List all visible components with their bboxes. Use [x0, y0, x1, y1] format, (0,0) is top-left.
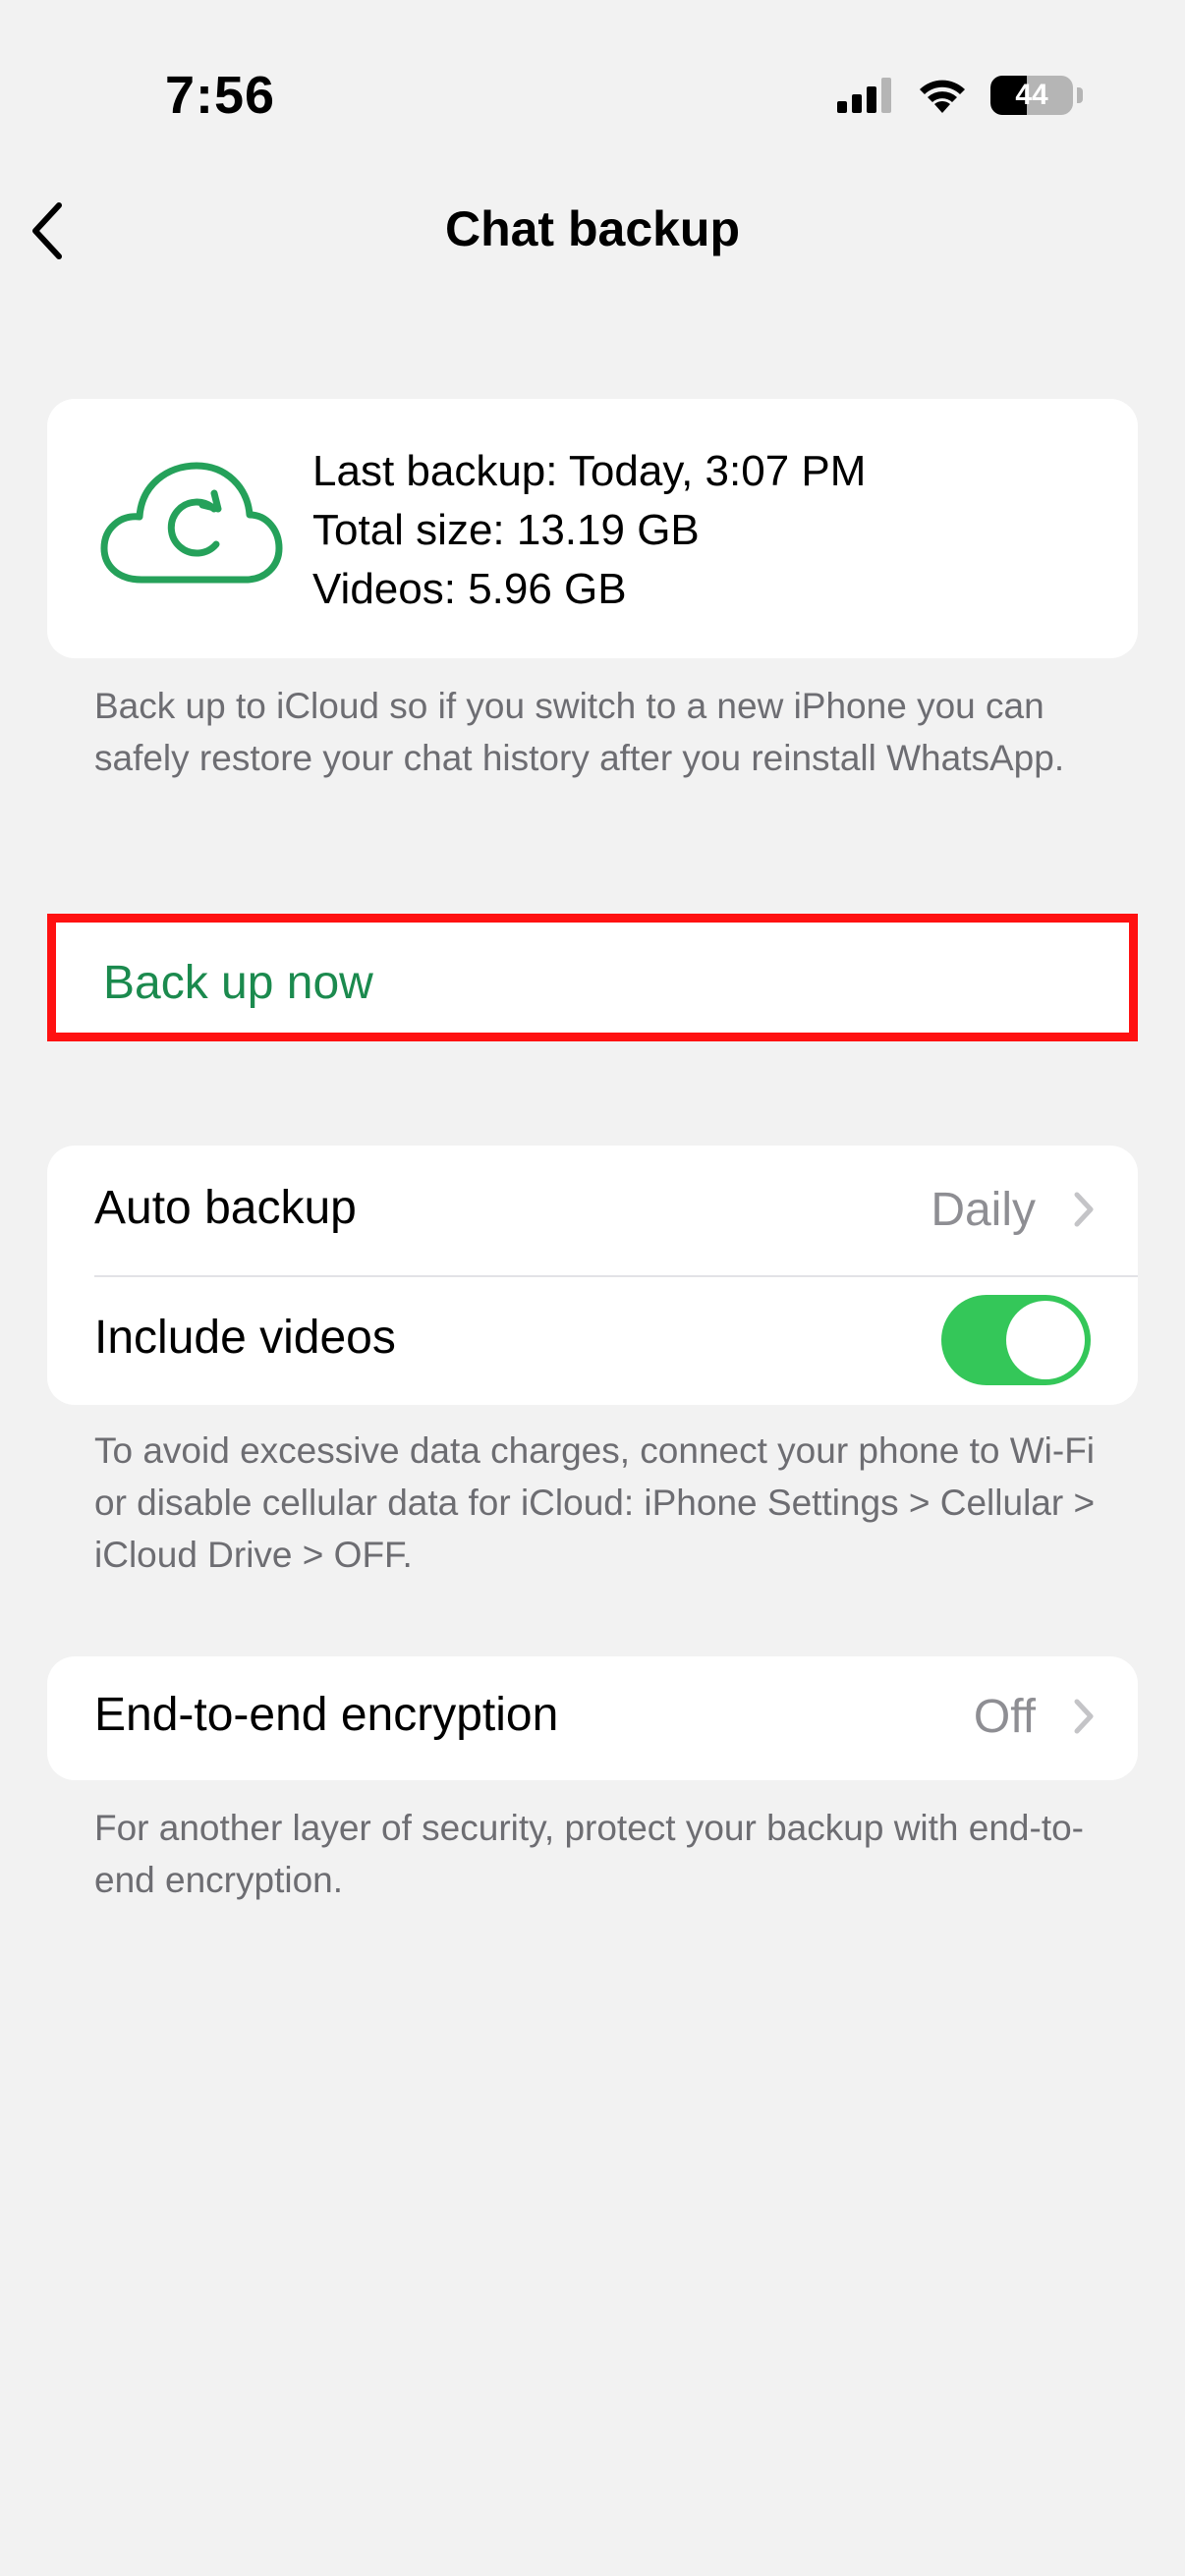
encryption-card: End-to-end encryption Off — [47, 1656, 1138, 1780]
backup-settings-card: Auto backup Daily Include videos — [47, 1146, 1138, 1405]
battery-nub — [1077, 87, 1083, 103]
status-bar: 7:56 44 — [0, 0, 1185, 187]
page-title: Chat backup — [444, 201, 741, 256]
back-up-now-label: Back up now — [103, 957, 373, 1009]
encryption-value: Off — [973, 1691, 1036, 1743]
backup-details: Last backup: Today, 3:07 PM Total size: … — [312, 442, 866, 619]
encryption-row[interactable]: End-to-end encryption Off — [47, 1652, 1138, 1782]
wifi-icon — [920, 80, 965, 113]
status-time: 7:56 — [165, 66, 276, 125]
videos-size-text: Videos: 5.96 GB — [312, 565, 627, 613]
last-backup-text: Last backup: Today, 3:07 PM — [312, 447, 867, 495]
icloud-description: Back up to iCloud so if you switch to a … — [94, 686, 1065, 778]
encryption-description: For another layer of security, protect y… — [94, 1808, 1085, 1900]
auto-backup-row[interactable]: Auto backup Daily — [47, 1146, 1138, 1277]
status-icons: 44 — [837, 71, 1083, 120]
auto-backup-value: Daily — [931, 1184, 1036, 1236]
data-charges-note: To avoid excessive data charges, connect… — [94, 1430, 1096, 1575]
include-videos-label: Include videos — [94, 1312, 396, 1364]
toggle-knob — [1006, 1301, 1085, 1379]
backup-info-card: Last backup: Today, 3:07 PM Total size: … — [47, 399, 1138, 658]
encryption-label: End-to-end encryption — [94, 1689, 559, 1741]
chevron-right-icon — [1074, 1699, 1094, 1734]
back-up-now-button[interactable]: Back up now — [47, 914, 1138, 1041]
total-size-text: Total size: 13.19 GB — [312, 506, 700, 554]
chevron-right-icon — [1074, 1192, 1094, 1227]
battery-icon: 44 — [990, 76, 1073, 115]
auto-backup-label: Auto backup — [94, 1182, 357, 1234]
battery-level-text: 44 — [1015, 79, 1048, 111]
cloud-sync-icon — [100, 462, 283, 584]
include-videos-toggle[interactable] — [941, 1295, 1091, 1385]
cellular-signal-icon — [837, 78, 891, 113]
